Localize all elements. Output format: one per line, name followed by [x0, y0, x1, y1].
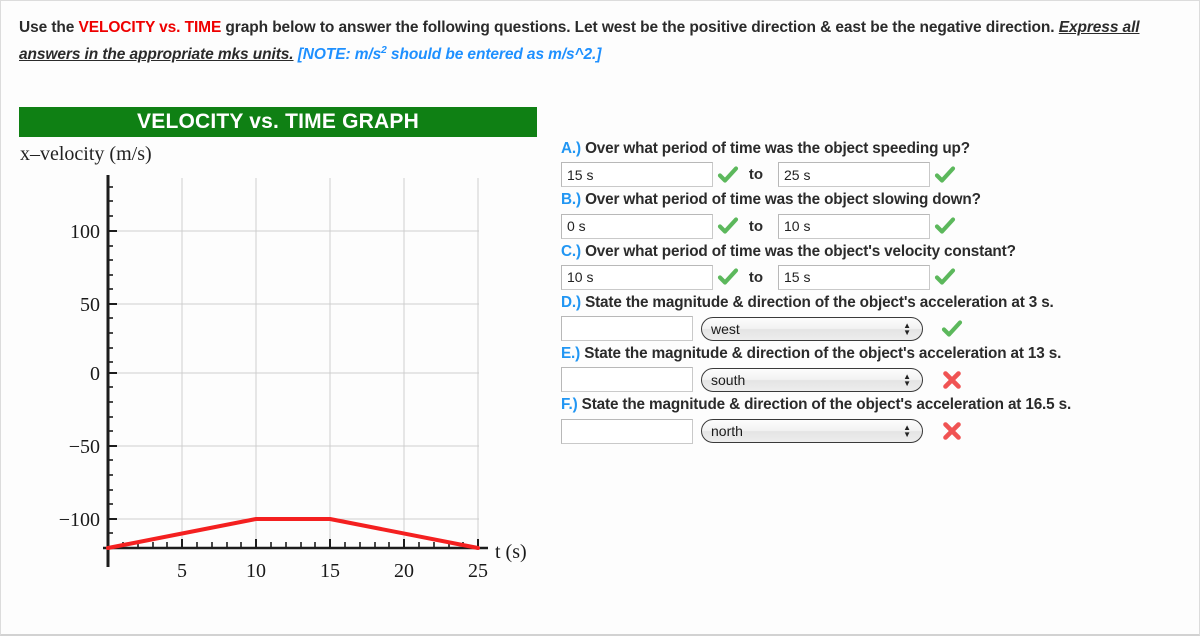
question-e-answer-row: south ▲ ▼ [561, 366, 1200, 393]
question-f-text: F.) State the magnitude & direction of t… [561, 395, 1200, 414]
x-tick-label-5: 5 [177, 560, 187, 582]
prompt-note-post: should be entered as m/s^2.] [386, 45, 602, 63]
question-c-text: C.) Over what period of time was the obj… [561, 242, 1200, 261]
question-e-prompt: State the magnitude & direction of the o… [584, 345, 1062, 363]
question-a-from-input[interactable]: 15 s [561, 162, 713, 188]
question-a-to-label: to [748, 166, 764, 184]
question-d-letter: D.) [561, 293, 581, 311]
question-c-from-input[interactable]: 10 s [561, 264, 713, 290]
x-axis-label: t (s) [495, 541, 527, 563]
question-b-letter: B.) [561, 191, 581, 209]
question-f-direction-select[interactable]: north ▲ ▼ [701, 419, 923, 444]
question-e-text: E.) State the magnitude & direction of t… [561, 344, 1200, 363]
question-c-answer-row: 10 s to 15 s [561, 264, 1200, 291]
question-c-letter: C.) [561, 242, 581, 260]
question-a-prompt: Over what period of time was the object … [585, 140, 970, 157]
spinner-arrows-icon: ▲ ▼ [903, 423, 911, 440]
question-a-text: A.) Over what period of time was the obj… [561, 139, 1200, 158]
question-c: C.) Over what period of time was the obj… [561, 242, 1200, 291]
instruction-text: Use the VELOCITY vs. TIME graph below to… [19, 15, 1184, 68]
question-f-letter: F.) [561, 396, 578, 414]
question-b-from-input[interactable]: 0 s [561, 213, 713, 239]
question-a: A.) Over what period of time was the obj… [561, 139, 1200, 188]
question-d-direction-select[interactable]: west ▲ ▼ [701, 316, 923, 341]
question-f-magnitude-input[interactable] [561, 418, 693, 444]
question-e-incorrect-icon [937, 370, 967, 390]
question-b-text: B.) Over what period of time was the obj… [561, 190, 1200, 209]
question-b-to-label: to [748, 217, 764, 235]
y-tick-label-neg50: −50 [69, 436, 100, 458]
question-d-magnitude-input[interactable] [561, 316, 693, 342]
question-b-to-correct-icon [930, 216, 960, 236]
question-b-answer-row: 0 s to 10 s [561, 213, 1200, 240]
question-c-to-correct-icon [930, 267, 960, 287]
y-tick-label-100: 100 [70, 221, 100, 243]
horizontal-gridlines [108, 230, 479, 520]
question-e: E.) State the magnitude & direction of t… [561, 344, 1200, 393]
x-tick-label-10: 10 [246, 560, 266, 582]
x-tick-label-15: 15 [320, 560, 340, 582]
y-tick-labels: 100 50 0 −50 −100 [59, 221, 100, 531]
question-d-direction-value: west [711, 320, 740, 337]
question-b-from-correct-icon [713, 216, 743, 236]
y-tick-label-0: 0 [90, 363, 100, 385]
question-d-correct-icon [937, 319, 967, 339]
question-e-magnitude-input[interactable] [561, 367, 693, 393]
y-tick-label-neg100: −100 [59, 509, 100, 531]
velocity-data-line [106, 517, 480, 550]
prompt-highlight: VELOCITY vs. TIME [78, 19, 222, 36]
x-tick-label-25: 25 [468, 560, 488, 582]
vertical-gridlines [181, 178, 479, 548]
prompt-note-pre: [NOTE: m/s [293, 45, 382, 63]
x-tick-labels: 5 10 15 20 25 [177, 560, 488, 582]
question-e-direction-value: south [711, 371, 746, 388]
y-tick-label-50: 50 [80, 294, 100, 316]
question-c-to-label: to [748, 268, 764, 286]
question-f-answer-row: north ▲ ▼ [561, 418, 1200, 445]
velocity-time-graph-panel: VELOCITY vs. TIME GRAPH x–velocity (m/s) [1, 105, 557, 605]
question-d-text: D.) State the magnitude & direction of t… [561, 293, 1200, 312]
question-f: F.) State the magnitude & direction of t… [561, 395, 1200, 444]
question-f-prompt: State the magnitude & direction of the o… [581, 396, 1072, 414]
question-b-prompt: Over what period of time was the object … [585, 191, 981, 209]
question-a-answer-row: 15 s to 25 s [561, 161, 1200, 188]
question-f-incorrect-icon [937, 421, 967, 441]
question-d: D.) State the magnitude & direction of t… [561, 293, 1200, 342]
question-a-to-input[interactable]: 25 s [778, 162, 930, 188]
question-f-direction-value: north [711, 423, 743, 440]
velocity-time-plot: 100 50 0 −50 −100 5 10 15 20 25 t (s) [59, 175, 527, 582]
question-c-from-correct-icon [713, 267, 743, 287]
question-a-letter: A.) [561, 140, 581, 157]
question-d-answer-row: west ▲ ▼ [561, 315, 1200, 342]
prompt-part1: Use the [19, 19, 79, 36]
prompt-part2: graph below to answer the following ques… [221, 19, 1059, 36]
question-b: B.) Over what period of time was the obj… [561, 190, 1200, 239]
x-tick-label-20: 20 [394, 560, 414, 582]
questions-panel: A.) Over what period of time was the obj… [561, 139, 1200, 447]
question-c-to-input[interactable]: 15 s [778, 264, 930, 290]
spinner-arrows-icon: ▲ ▼ [903, 320, 911, 337]
question-b-to-input[interactable]: 10 s [778, 213, 930, 239]
prompt-note: [NOTE: m/s2 should be entered as m/s^2.] [293, 45, 602, 63]
question-d-prompt: State the magnitude & direction of the o… [585, 293, 1054, 311]
question-a-from-correct-icon [713, 165, 743, 185]
question-e-letter: E.) [561, 345, 581, 363]
spinner-arrows-icon: ▲ ▼ [903, 371, 911, 388]
worksheet-page: Use the VELOCITY vs. TIME graph below to… [0, 0, 1200, 636]
question-a-to-correct-icon [930, 165, 960, 185]
question-c-prompt: Over what period of time was the object'… [585, 242, 1016, 260]
question-e-direction-select[interactable]: south ▲ ▼ [701, 367, 923, 392]
